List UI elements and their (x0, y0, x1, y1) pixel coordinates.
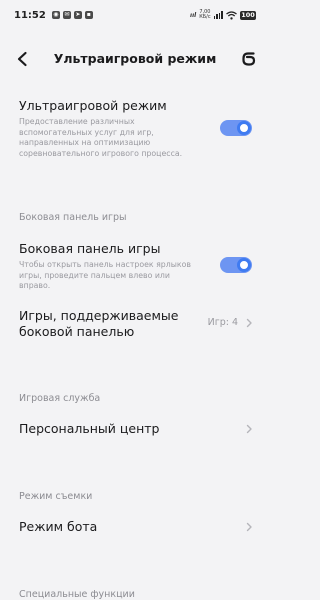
network-speed-unit: КБ/с (199, 14, 211, 20)
side-panel-row[interactable]: Боковая панель игры Чтобы открыть панель… (19, 241, 254, 292)
wifi-icon (226, 10, 237, 20)
message-icon: ✉ (62, 11, 71, 19)
app-bar: Ультраигровой режим (0, 42, 270, 76)
side-panel-description: Чтобы открыть панель настроек ярлыков иг… (19, 260, 191, 290)
ultra-mode-row[interactable]: Ультраигровой режим Предоставление разли… (19, 98, 254, 159)
chevron-right-icon (246, 424, 252, 434)
side-panel-title: Боковая панель игры (19, 241, 161, 256)
signal-label-icon: ııl (190, 11, 197, 19)
battery-icon: 100 (240, 10, 256, 20)
bot-mode-title: Режим бота (19, 519, 98, 534)
signal-icon (213, 11, 223, 19)
section-header-side-panel: Боковая панель игры (19, 212, 127, 223)
personal-center-title: Персональный центр (19, 421, 160, 436)
personal-center-row[interactable]: Персональный центр (19, 421, 254, 437)
supported-games-row[interactable]: Игры, поддерживаемые боковой панелью (19, 308, 180, 340)
game-mode-icon[interactable] (240, 50, 258, 68)
network-speed: 7,00 КБ/с (199, 10, 210, 20)
toggle-knob (237, 121, 251, 135)
status-bar: 11:52 ◉ ✉ ➤ ▪ ııl 7,00 КБ/с 100 (0, 0, 270, 30)
supported-games-title: Игры, поддерживаемые боковой панелью (19, 308, 179, 339)
side-panel-toggle[interactable] (220, 257, 252, 273)
section-header-game-service: Игровая служба (19, 393, 101, 404)
ultra-mode-description: Предоставление различных вспомогательных… (19, 117, 183, 158)
bot-mode-row[interactable]: Режим бота (19, 519, 254, 535)
section-header-special: Специальные функции (19, 589, 135, 600)
app-icon: ▪ (84, 11, 93, 19)
ultra-mode-toggle[interactable] (220, 120, 252, 136)
telegram-icon: ➤ (73, 11, 82, 19)
supported-games-count: Игр: 4 (207, 317, 238, 328)
chevron-right-icon (246, 318, 252, 328)
section-header-shooting-mode: Режим съемки (19, 491, 93, 502)
status-right: ııl 7,00 КБ/с 100 (190, 10, 256, 20)
status-left: 11:52 ◉ ✉ ➤ ▪ (14, 10, 93, 21)
ultra-mode-title: Ультраигровой режим (19, 98, 167, 113)
notification-icon: ◉ (51, 11, 60, 19)
status-time: 11:52 (14, 9, 46, 21)
toggle-knob (237, 258, 251, 272)
chevron-right-icon (246, 522, 252, 532)
page-title: Ультраигровой режим (53, 51, 217, 66)
